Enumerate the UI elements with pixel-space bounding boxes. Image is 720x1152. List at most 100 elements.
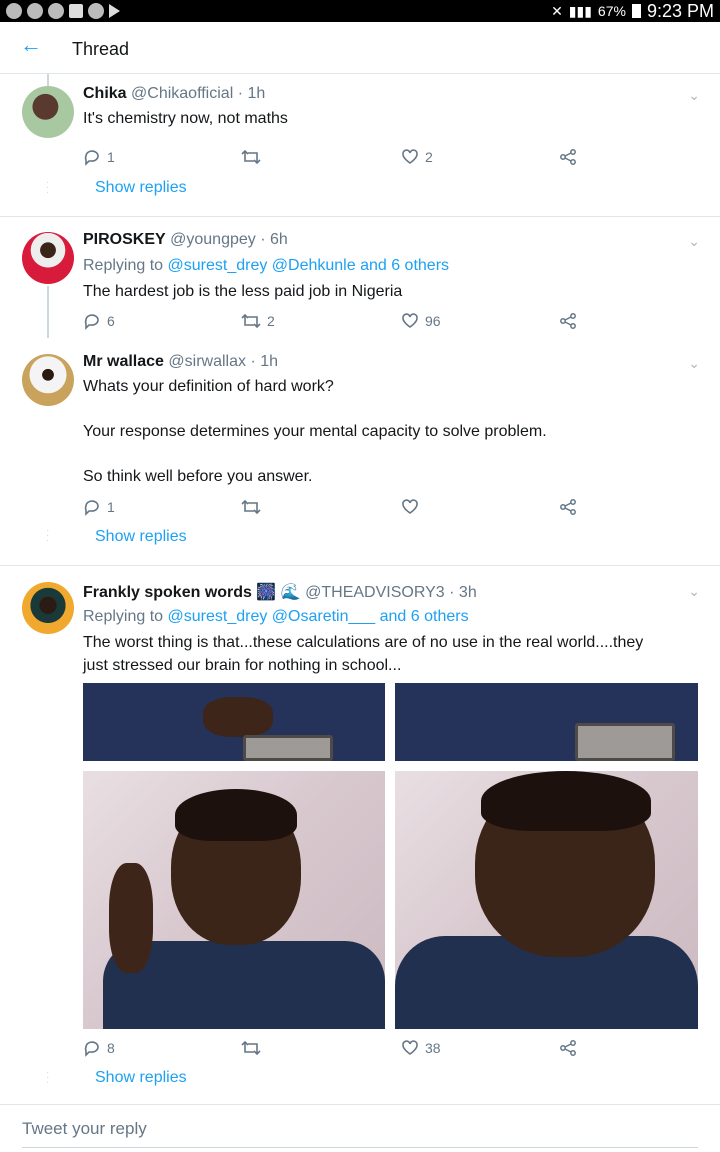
heart-icon (402, 313, 418, 328)
share-button[interactable] (559, 498, 577, 516)
author-handle[interactable]: @THEADVISORY3 (305, 584, 445, 601)
back-arrow-icon[interactable]: ← (20, 32, 42, 58)
avatar[interactable] (22, 582, 74, 634)
notification-icons (6, 3, 120, 19)
tweet-actions: 6 2 96 (83, 312, 583, 332)
reply-composer[interactable]: Tweet your reply (0, 1104, 720, 1152)
tweet-actions: 1 2 (83, 148, 583, 168)
reply-button[interactable]: 6 (83, 312, 115, 330)
avatar[interactable] (22, 354, 74, 406)
composer-underline (22, 1147, 698, 1148)
thread-connector (47, 74, 49, 86)
reply-icon (84, 150, 99, 166)
reply-icon (84, 1041, 99, 1057)
reply-count: 1 (107, 499, 115, 515)
retweet-button[interactable] (241, 148, 267, 166)
tweet-time: · 1h (237, 85, 266, 102)
name-emoji: 🎆 🌊 (256, 584, 301, 601)
divider (0, 565, 720, 566)
tweet-text: The hardest job is the less paid job in … (83, 283, 403, 300)
chevron-down-icon[interactable]: ⌄ (688, 233, 700, 250)
replying-to-label: Replying to (83, 257, 164, 274)
tweet-time: · 1h (250, 353, 279, 370)
tweet-text: It's chemistry now, not maths (83, 110, 288, 127)
app-notification-icon (27, 3, 43, 19)
thread-dots: · · · (46, 525, 50, 546)
tweet-time: · 6h (260, 231, 288, 248)
show-replies-link[interactable]: Show replies (95, 528, 187, 546)
author-name[interactable]: Mr wallace (83, 353, 164, 370)
tweet-actions: 1 (83, 498, 583, 518)
retweet-button[interactable] (241, 498, 261, 516)
avatar[interactable] (22, 232, 74, 284)
tweet-author-line: PIROSKEY @youngpey · 6h (83, 231, 288, 249)
heart-icon (402, 149, 418, 164)
signal-icon: ▮▮▮ (568, 2, 592, 19)
media-photo[interactable] (83, 771, 385, 1029)
status-bar: ✕ ▮▮▮ 67% 9:23 PM (0, 0, 720, 22)
share-button[interactable] (559, 312, 577, 330)
retweet-button[interactable] (241, 1039, 261, 1057)
media-photo[interactable] (395, 771, 698, 1029)
clock: 9:23 PM (646, 0, 714, 21)
media-photo[interactable] (83, 683, 385, 761)
chevron-down-icon[interactable]: ⌄ (688, 355, 700, 372)
tweet-media[interactable] (83, 683, 698, 1029)
tweet-time: · 3h (449, 584, 477, 601)
reply-button[interactable]: 1 (83, 148, 115, 166)
author-handle[interactable]: @youngpey (170, 231, 256, 248)
battery-icon (631, 4, 641, 18)
like-button[interactable]: 96 (401, 312, 441, 330)
retweet-button[interactable]: 2 (241, 312, 275, 330)
play-icon (109, 4, 120, 18)
replying-to-label: Replying to (83, 608, 164, 625)
tweet-text-line: Whats your definition of hard work? (83, 378, 334, 395)
reply-button[interactable]: 1 (83, 498, 115, 516)
like-button[interactable]: 2 (401, 148, 433, 166)
share-icon (560, 149, 576, 165)
chrome-icon (88, 3, 104, 19)
heart-icon (402, 1040, 418, 1055)
like-count: 96 (425, 313, 441, 329)
author-handle[interactable]: @Chikaofficial (131, 85, 233, 102)
tweet-author-line: Chika @Chikaofficial · 1h (83, 85, 265, 103)
chevron-down-icon[interactable]: ⌄ (688, 87, 700, 104)
battery-percent: 67% (597, 3, 626, 19)
reply-button[interactable]: 8 (83, 1039, 115, 1057)
show-replies-link[interactable]: Show replies (95, 1069, 187, 1087)
tweet-text-line: Your response determines your mental cap… (83, 423, 547, 440)
author-name[interactable]: PIROSKEY (83, 231, 166, 248)
app-notification-icon (48, 3, 64, 19)
share-button[interactable] (559, 148, 577, 166)
reply-icon (84, 314, 99, 330)
image-notification-icon (69, 4, 83, 18)
share-icon (560, 1040, 576, 1056)
replying-to: Replying to @surest_drey @Osaretin___ an… (83, 608, 469, 626)
mute-icon: ✕ (551, 2, 563, 19)
retweet-icon (241, 499, 261, 515)
replying-to-users[interactable]: @surest_drey @Osaretin___ and 6 others (168, 608, 469, 625)
author-handle[interactable]: @sirwallax (168, 353, 246, 370)
show-replies-link[interactable]: Show replies (95, 179, 187, 197)
top-app-bar: ← Thread (0, 22, 720, 74)
share-icon (560, 313, 576, 329)
like-button[interactable]: 38 (401, 1039, 441, 1057)
replying-to: Replying to @surest_drey @Dehkunle and 6… (83, 257, 449, 275)
replying-to-users[interactable]: @surest_drey @Dehkunle and 6 others (168, 257, 450, 274)
chevron-down-icon[interactable]: ⌄ (688, 583, 700, 600)
author-name[interactable]: Chika (83, 85, 127, 102)
heart-icon (402, 499, 418, 514)
share-button[interactable] (559, 1039, 577, 1057)
media-photo[interactable] (395, 683, 698, 761)
retweet-icon (241, 1040, 261, 1056)
reply-input[interactable]: Tweet your reply (22, 1119, 147, 1139)
tweet-text-line: just stressed our brain for nothing in s… (83, 657, 402, 674)
like-button[interactable] (401, 498, 419, 516)
author-name[interactable]: Frankly spoken words (83, 584, 252, 601)
tweet-text-line: The worst thing is that...these calculat… (83, 634, 644, 651)
avatar[interactable] (22, 86, 74, 138)
like-count: 38 (425, 1040, 441, 1056)
thread-dots: · · · (46, 1067, 50, 1088)
system-status: ✕ ▮▮▮ 67% 9:23 PM (551, 0, 714, 22)
tweet-actions: 8 38 (83, 1039, 583, 1059)
